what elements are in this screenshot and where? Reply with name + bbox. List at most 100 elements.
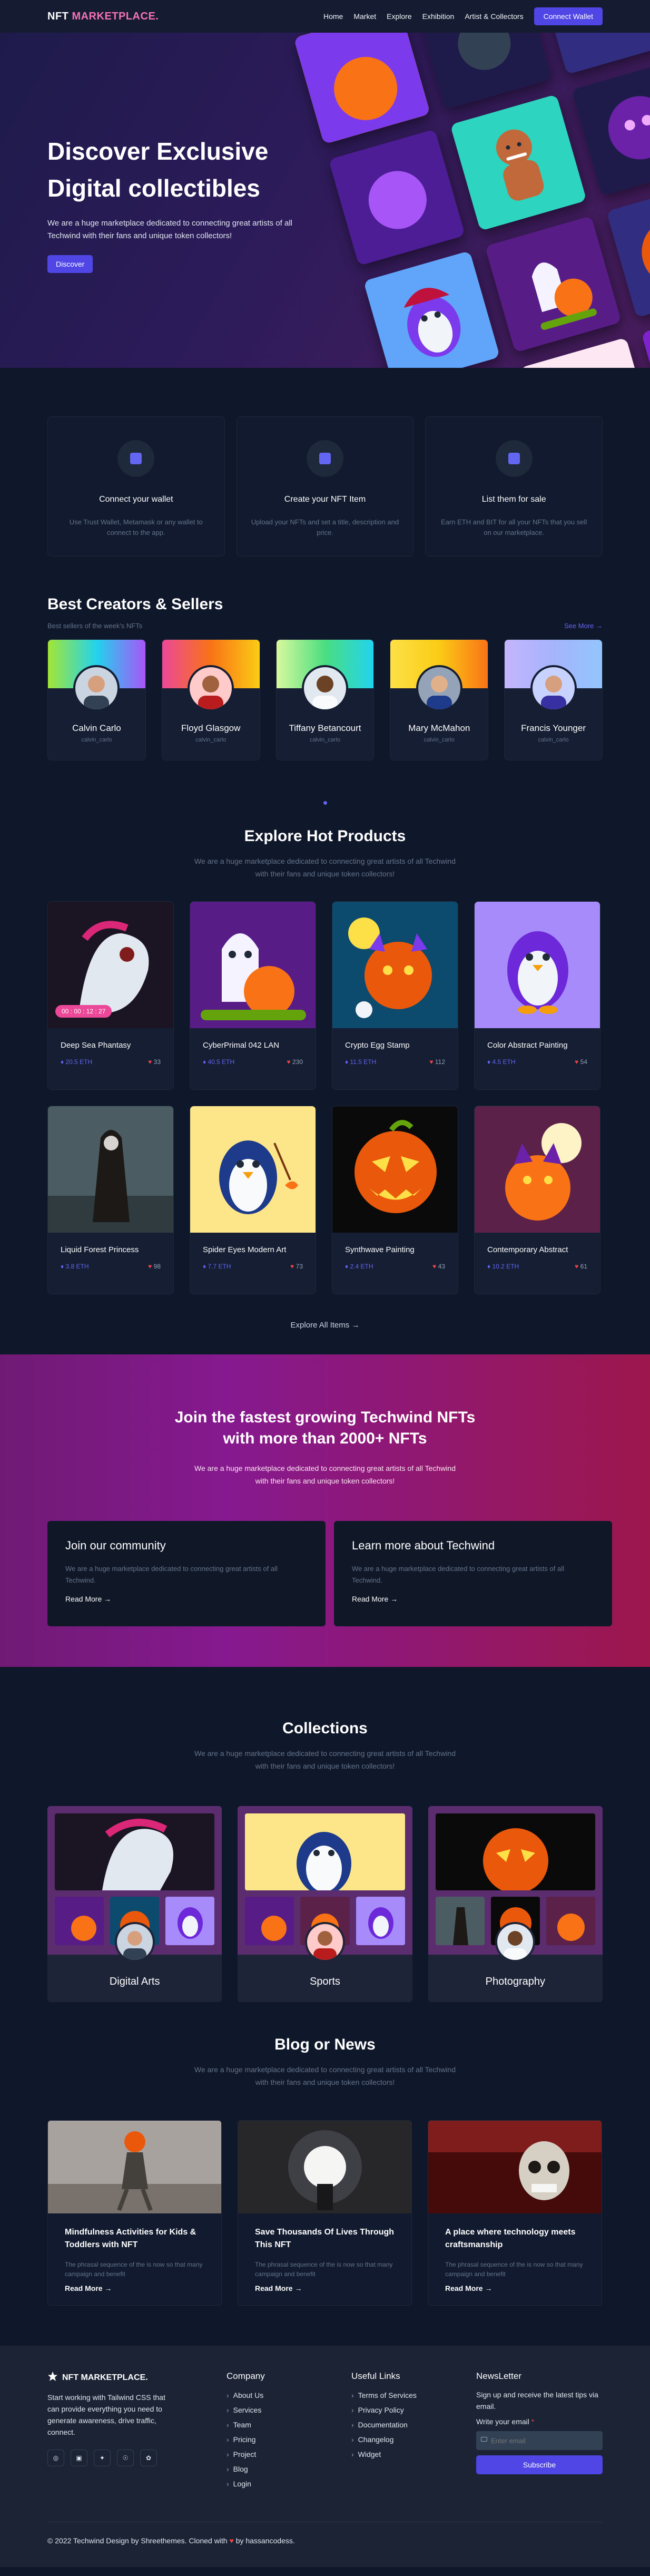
creator-card[interactable]: Calvin Carlo calvin_carlo bbox=[47, 639, 146, 760]
see-more-link[interactable]: See More → bbox=[564, 622, 603, 630]
subscribe-button[interactable]: Subscribe bbox=[476, 2455, 603, 2474]
footer-description: Start working with Tailwind CSS that can… bbox=[47, 2393, 165, 2436]
card-title: Learn more about Techwind bbox=[352, 1539, 495, 1552]
nav-link-market[interactable]: Market bbox=[353, 12, 376, 21]
collection-thumb bbox=[245, 1897, 294, 1945]
product-card[interactable]: 00 : 00 : 12 : 27 Deep Sea Phantasy ♦ 20… bbox=[47, 901, 174, 1090]
collection-card[interactable]: Sports bbox=[238, 1806, 412, 2002]
footer-link[interactable]: Project bbox=[226, 2450, 351, 2458]
hero-nft-ghost-pumpkin[interactable] bbox=[485, 216, 622, 353]
brand-logo[interactable]: NFT MARKETPLACE. bbox=[47, 11, 159, 23]
footer-link[interactable]: Login bbox=[226, 2480, 351, 2488]
creator-card[interactable]: Mary McMahon calvin_carlo bbox=[390, 639, 489, 760]
read-more-link[interactable]: Read More → bbox=[65, 1595, 308, 1603]
product-card[interactable]: Liquid Forest Princess ♦ 3.8 ETH ♥ 98 bbox=[47, 1106, 174, 1294]
product-likes[interactable]: ♥ 61 bbox=[575, 1263, 587, 1270]
nav-link-exhibition[interactable]: Exhibition bbox=[422, 12, 455, 21]
copyright-author: by hassancodess. bbox=[235, 2536, 295, 2545]
email-field[interactable] bbox=[476, 2431, 603, 2450]
nav-link-home[interactable]: Home bbox=[323, 12, 343, 21]
product-likes[interactable]: ♥ 54 bbox=[575, 1058, 587, 1066]
join-cards: Join our community We are a huge marketp… bbox=[47, 1521, 612, 1626]
product-likes[interactable]: ♥ 98 bbox=[148, 1263, 161, 1270]
blog-card[interactable]: A place where technology meets craftsman… bbox=[428, 2120, 602, 2306]
blog-grid: Mindfulness Activities for Kids & Toddle… bbox=[47, 2120, 603, 2306]
creator-handle: calvin_carlo bbox=[309, 737, 341, 743]
collection-name: Digital Arts bbox=[109, 1976, 160, 1987]
nav-link-artists[interactable]: Artist & Collectors bbox=[465, 12, 523, 21]
products-title: Explore Hot Products bbox=[244, 827, 406, 845]
blog-card[interactable]: Save Thousands Of Lives Through This NFT… bbox=[238, 2120, 412, 2306]
read-more-link[interactable]: Read More → bbox=[65, 2284, 204, 2292]
discover-button[interactable]: Discover bbox=[47, 255, 93, 273]
product-likes[interactable]: ♥ 73 bbox=[290, 1263, 303, 1270]
creator-name: Floyd Glasgow bbox=[181, 723, 241, 733]
price-value: 11.5 ETH bbox=[350, 1058, 377, 1066]
heart-icon: ♥ bbox=[432, 1263, 438, 1270]
product-card[interactable]: Crypto Egg Stamp ♦ 11.5 ETH ♥ 112 bbox=[332, 901, 458, 1090]
creator-card[interactable]: Floyd Glasgow calvin_carlo bbox=[161, 639, 260, 760]
hero-nft-gingerbread[interactable] bbox=[450, 94, 587, 231]
copyright-text: © 2022 Techwind Design by Shreethemes. C… bbox=[47, 2536, 228, 2545]
blog-card[interactable]: Mindfulness Activities for Kids & Toddle… bbox=[47, 2120, 222, 2306]
creator-card[interactable]: Tiffany Betancourt calvin_carlo bbox=[275, 639, 375, 760]
product-likes[interactable]: ♥ 230 bbox=[287, 1058, 303, 1066]
read-more-link[interactable]: Read More → bbox=[445, 2284, 585, 2292]
read-more-link[interactable]: Read More → bbox=[255, 2284, 395, 2292]
footer-link[interactable]: Terms of Services bbox=[351, 2391, 476, 2399]
product-likes[interactable]: ♥ 43 bbox=[432, 1263, 445, 1270]
feature-title: Connect your wallet bbox=[99, 495, 173, 504]
twitter-icon[interactable]: ✦ bbox=[94, 2450, 111, 2466]
product-title: Deep Sea Phantasy bbox=[61, 1041, 131, 1050]
footer-link[interactable]: Blog bbox=[226, 2465, 351, 2473]
product-likes[interactable]: ♥ 33 bbox=[148, 1058, 161, 1066]
linkedin-icon[interactable]: ▣ bbox=[71, 2450, 87, 2466]
blog-image bbox=[238, 2121, 411, 2213]
heart-icon: ♥ bbox=[287, 1058, 292, 1066]
hero-nft-penguin[interactable] bbox=[363, 250, 500, 368]
creator-card[interactable]: Francis Younger calvin_carlo bbox=[504, 639, 603, 760]
hero-nft-monster[interactable] bbox=[571, 59, 650, 197]
collection-card[interactable]: Photography bbox=[428, 1806, 603, 2002]
product-card[interactable]: Synthwave Painting ♦ 2.4 ETH ♥ 43 bbox=[332, 1106, 458, 1294]
product-card[interactable]: Color Abstract Painting ♦ 4.5 ETH ♥ 54 bbox=[474, 901, 600, 1090]
read-more-label: Read More bbox=[445, 2284, 483, 2292]
heart-icon: ♥ bbox=[148, 1058, 154, 1066]
carousel-dot-active[interactable] bbox=[323, 801, 327, 805]
feature-text: Earn ETH and BIT for all your NFTs that … bbox=[441, 518, 587, 536]
product-image bbox=[332, 902, 458, 1028]
product-card[interactable]: Contemporary Abstract ♦ 10.2 ETH ♥ 61 bbox=[474, 1106, 600, 1294]
footer-link[interactable]: About Us bbox=[226, 2391, 351, 2399]
footer-link[interactable]: Documentation bbox=[351, 2421, 476, 2429]
join-section: Join the fastest growing Techwind NFTs wi… bbox=[0, 1354, 650, 1667]
nav-link-explore[interactable]: Explore bbox=[387, 12, 411, 21]
read-more-link[interactable]: Read More → bbox=[352, 1595, 594, 1603]
product-card[interactable]: Spider Eyes Modern Art ♦ 7.7 ETH ♥ 73 bbox=[190, 1106, 316, 1294]
footer-link[interactable]: Services bbox=[226, 2406, 351, 2414]
footer-brand[interactable]: NFT MARKETPLACE. bbox=[47, 2371, 226, 2384]
footer-link[interactable]: Changelog bbox=[351, 2435, 476, 2444]
dribbble-icon[interactable]: ◎ bbox=[47, 2450, 64, 2466]
products-grid: 00 : 00 : 12 : 27 Deep Sea Phantasy ♦ 20… bbox=[47, 901, 603, 1294]
hero-nft-tile[interactable] bbox=[328, 129, 466, 266]
product-likes[interactable]: ♥ 112 bbox=[429, 1058, 445, 1066]
footer-link[interactable]: Team bbox=[226, 2421, 351, 2429]
product-price: ♦ 4.5 ETH bbox=[487, 1058, 515, 1066]
avatar bbox=[188, 665, 234, 711]
footer-link[interactable]: Pricing bbox=[226, 2435, 351, 2444]
explore-all-link[interactable]: Explore All Items → bbox=[47, 1321, 603, 1330]
hero-nft-tile[interactable] bbox=[293, 33, 431, 144]
github-icon[interactable]: ☉ bbox=[117, 2450, 134, 2466]
collection-card[interactable]: Digital Arts bbox=[47, 1806, 222, 2002]
connect-wallet-button[interactable]: Connect Wallet bbox=[534, 7, 603, 25]
footer-useful-links: Useful Links Terms of Services Privacy P… bbox=[351, 2371, 476, 2494]
hero-nft-tile[interactable] bbox=[415, 33, 552, 110]
product-card[interactable]: CyberPrimal 042 LAN ♦ 40.5 ETH ♥ 230 bbox=[190, 901, 316, 1090]
discord-icon[interactable]: ✿ bbox=[140, 2450, 157, 2466]
footer-link[interactable]: Privacy Policy bbox=[351, 2406, 476, 2414]
hero-nft-tile[interactable] bbox=[536, 33, 650, 75]
arrow-right-icon: → bbox=[104, 2284, 112, 2292]
heart-icon: ♥ bbox=[575, 1058, 580, 1066]
footer-link[interactable]: Widget bbox=[351, 2450, 476, 2458]
avatar bbox=[495, 1922, 536, 1962]
